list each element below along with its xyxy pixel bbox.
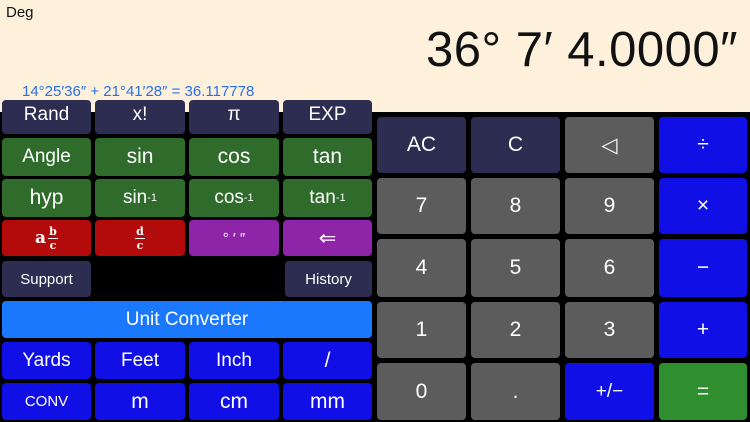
millimeter-button[interactable]: mm <box>283 383 372 420</box>
plus-button[interactable]: + <box>659 302 747 358</box>
inverse-superscript: -1 <box>147 192 158 204</box>
digit-3-button[interactable]: 3 <box>565 302 654 358</box>
inverse-superscript: -1 <box>243 192 254 204</box>
hyp-button[interactable]: hyp <box>2 179 91 217</box>
back-arrow-button[interactable]: ⇐ <box>283 220 372 256</box>
angle-mode-label: Deg <box>6 4 34 21</box>
fraction-icon: dc <box>135 224 145 252</box>
dms-button[interactable]: ° ′ ″ <box>189 220 279 256</box>
result-display: 36° 7′ 4.0000″ <box>426 23 738 77</box>
pi-button[interactable]: π <box>189 100 279 134</box>
history-button[interactable]: History <box>285 261 372 297</box>
decimal-button[interactable]: . <box>471 363 560 420</box>
digit-1-button[interactable]: 1 <box>377 302 466 358</box>
digit-4-button[interactable]: 4 <box>377 239 466 297</box>
unit-converter-button[interactable]: Unit Converter <box>2 301 372 338</box>
feet-button[interactable]: Feet <box>95 342 185 379</box>
clear-button[interactable]: C <box>471 117 560 173</box>
angle-button[interactable]: Angle <box>2 138 91 176</box>
mixed-fraction-lead: a <box>34 228 46 248</box>
multiply-button[interactable]: × <box>659 178 747 234</box>
exp-button[interactable]: EXP <box>283 100 372 134</box>
tan-button[interactable]: tan <box>283 138 372 176</box>
support-button[interactable]: Support <box>2 261 91 297</box>
slash-button[interactable]: / <box>283 342 372 379</box>
digit-2-button[interactable]: 2 <box>471 302 560 358</box>
plus-minus-button[interactable]: +/− <box>565 363 654 420</box>
digit-7-button[interactable]: 7 <box>377 178 466 234</box>
backspace-icon[interactable]: ◁ <box>565 117 654 173</box>
factorial-button[interactable]: x! <box>95 100 185 134</box>
sin-button[interactable]: sin <box>95 138 185 176</box>
simple-fraction-button[interactable]: dc <box>95 220 185 256</box>
conv-button[interactable]: CONV <box>2 383 91 420</box>
expression-display: 14°25′36″ + 21°41′28″ = 36.117778 <box>22 83 255 100</box>
yards-button[interactable]: Yards <box>2 342 91 379</box>
inverse-superscript: -1 <box>335 192 346 204</box>
digit-8-button[interactable]: 8 <box>471 178 560 234</box>
divide-button[interactable]: ÷ <box>659 117 747 173</box>
cos-button[interactable]: cos <box>189 138 279 176</box>
fraction-icon: bc <box>48 224 58 252</box>
arctan-label: tan <box>309 187 336 208</box>
minus-button[interactable]: − <box>659 239 747 297</box>
display-panel: Deg 36° 7′ 4.0000″ 14°25′36″ + 21°41′28″… <box>0 0 750 112</box>
arccos-label: cos <box>214 187 244 208</box>
equals-button[interactable]: = <box>659 363 747 420</box>
arcsin-label: sin <box>122 187 148 208</box>
arccos-button[interactable]: cos -1 <box>189 179 279 217</box>
digit-9-button[interactable]: 9 <box>565 178 654 234</box>
mixed-fraction-button[interactable]: a bc <box>2 220 91 256</box>
meter-button[interactable]: m <box>95 383 185 420</box>
digit-5-button[interactable]: 5 <box>471 239 560 297</box>
centimeter-button[interactable]: cm <box>189 383 279 420</box>
arcsin-button[interactable]: sin -1 <box>95 179 185 217</box>
inch-button[interactable]: Inch <box>189 342 279 379</box>
digit-0-button[interactable]: 0 <box>377 363 466 420</box>
digit-6-button[interactable]: 6 <box>565 239 654 297</box>
all-clear-button[interactable]: AC <box>377 117 466 173</box>
arctan-button[interactable]: tan -1 <box>283 179 372 217</box>
rand-button[interactable]: Rand <box>2 100 91 134</box>
